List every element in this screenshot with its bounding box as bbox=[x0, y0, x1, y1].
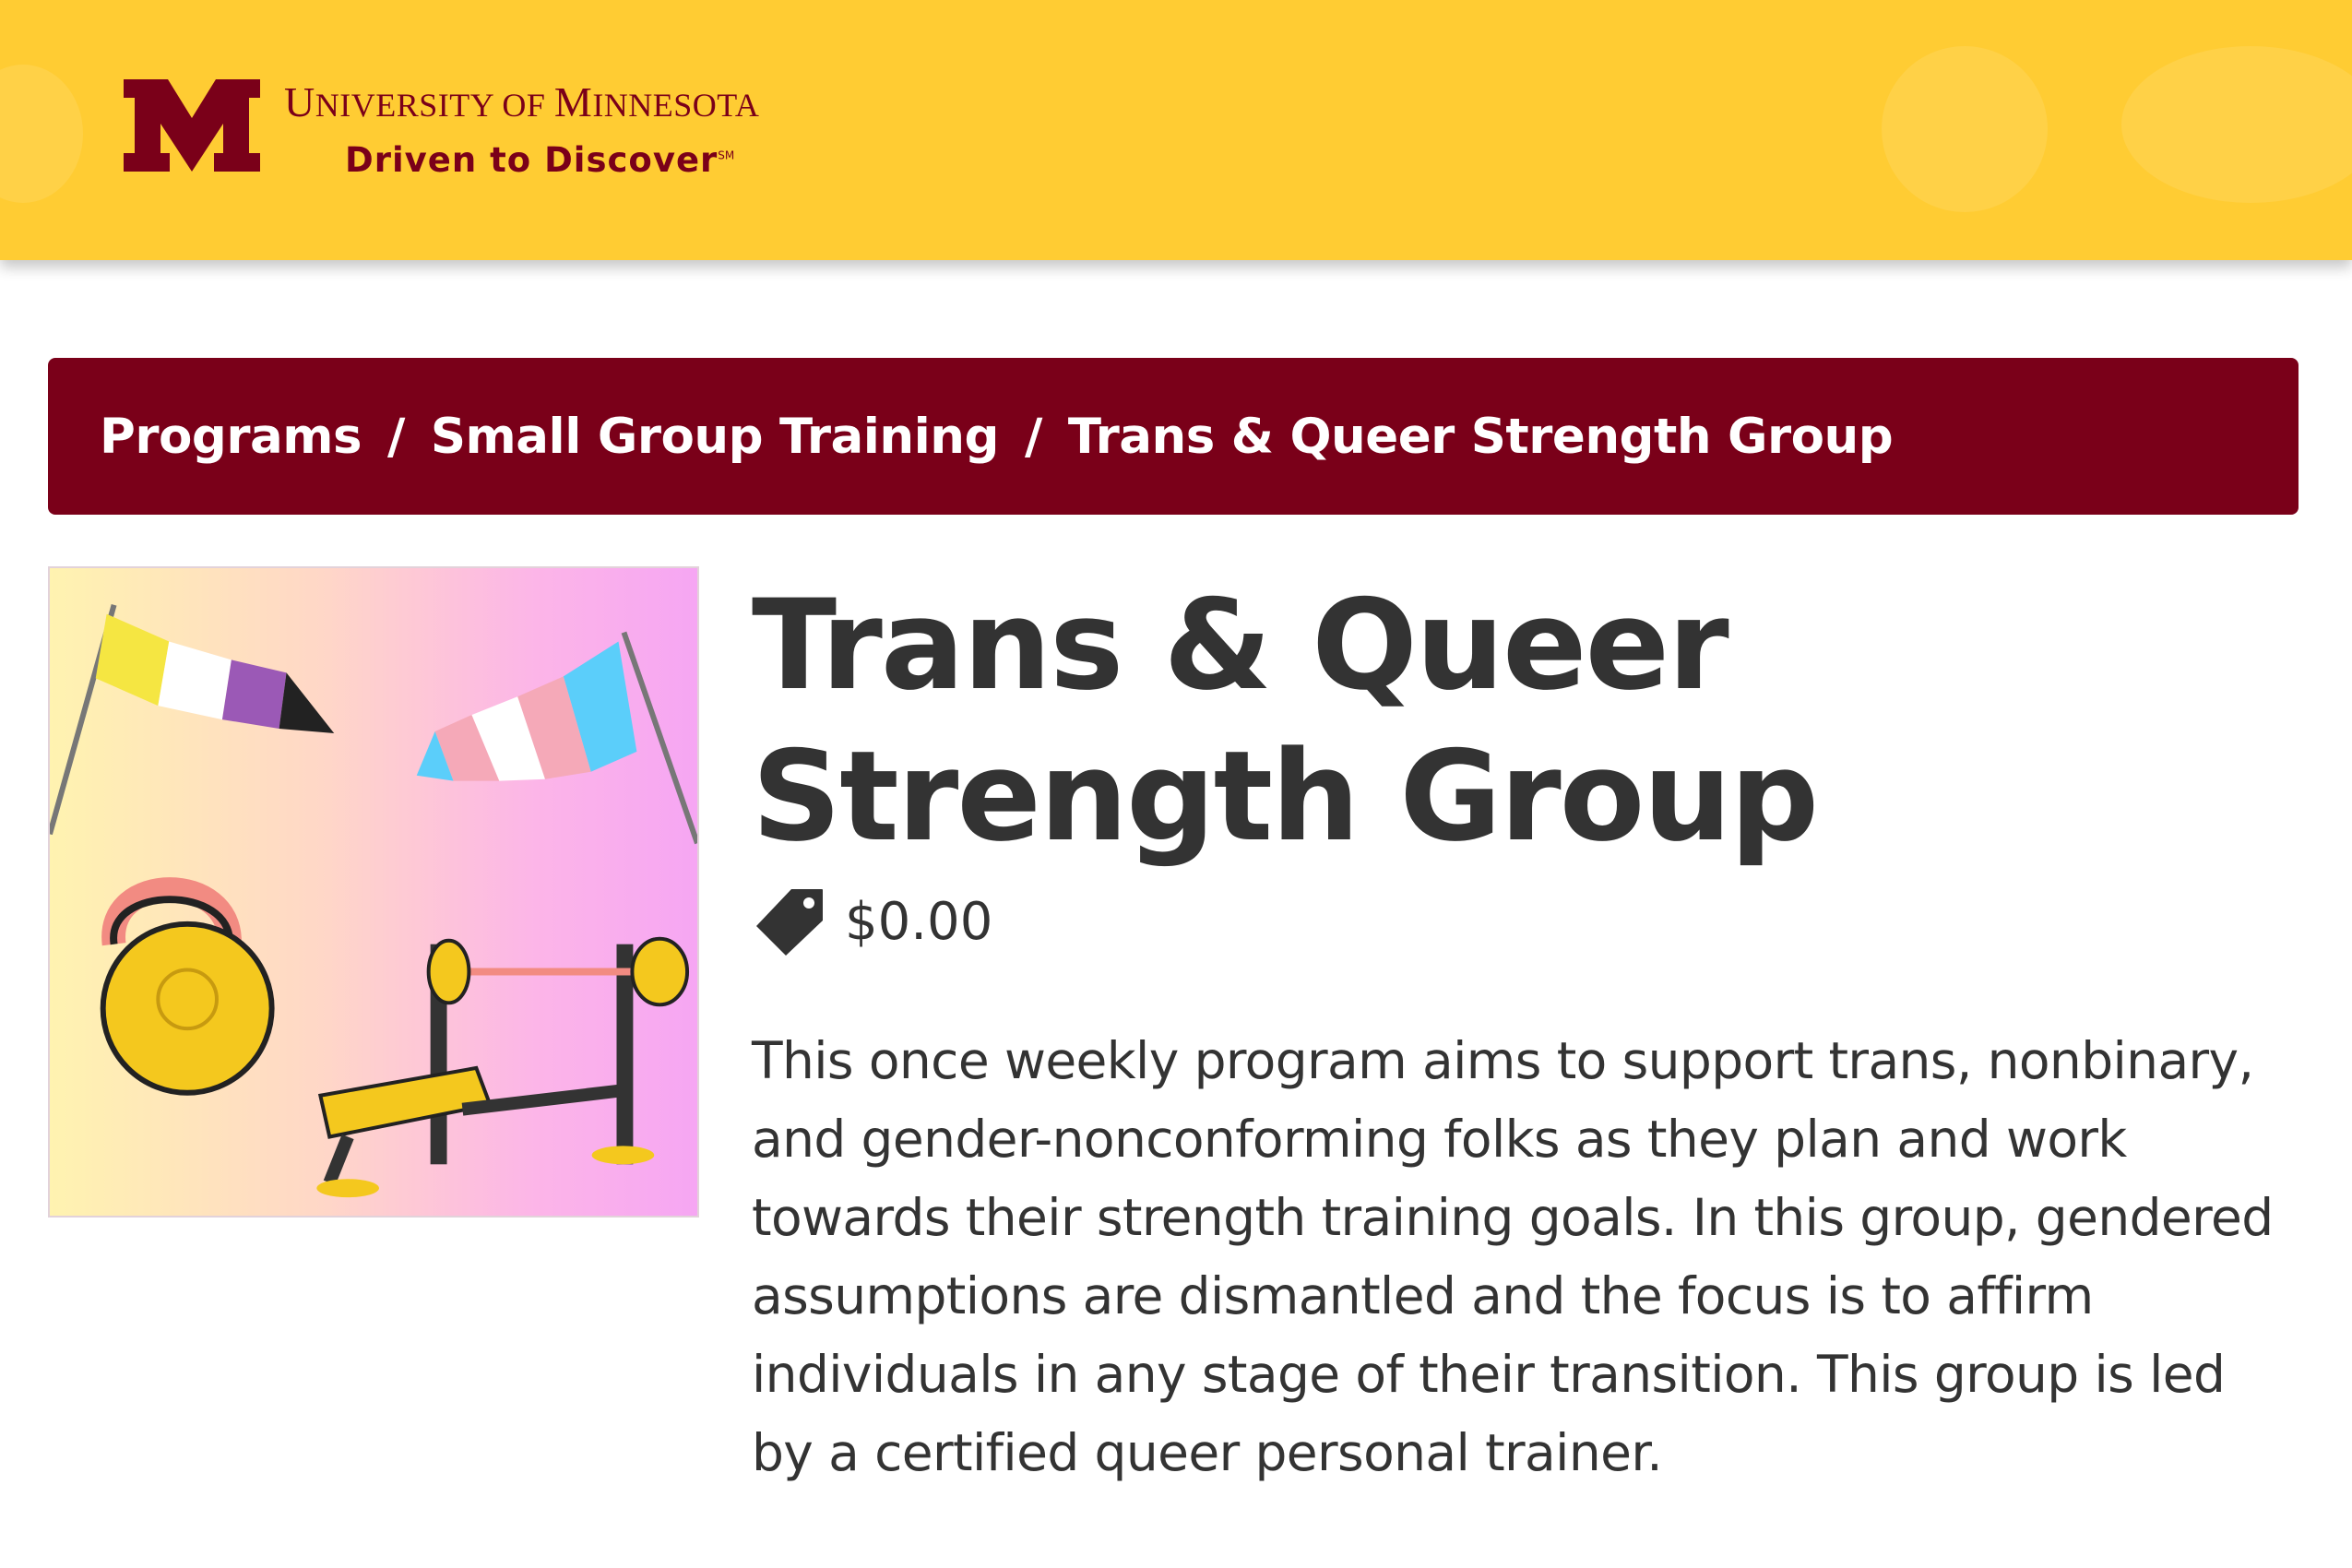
nonbinary-stripe-purple bbox=[221, 659, 287, 730]
program-description: This once weekly program aims to support… bbox=[752, 1031, 2274, 1482]
bench-foot-front bbox=[316, 1179, 379, 1198]
breadcrumb: Programs / Small Group Training / Trans … bbox=[48, 358, 2299, 515]
breadcrumb-current-page: Trans & Queer Strength Group bbox=[1067, 408, 1894, 465]
breadcrumb-programs-link[interactable]: Programs bbox=[100, 409, 362, 465]
breadcrumb-small-group-training-link[interactable]: Small Group Training bbox=[431, 409, 1000, 465]
flag-pole-right bbox=[621, 631, 697, 845]
program-price: $0.00 bbox=[845, 891, 993, 952]
nonbinary-stripe-yellow bbox=[95, 613, 170, 707]
program-illustration-icon bbox=[50, 603, 697, 1198]
breadcrumb-separator: / bbox=[387, 408, 405, 465]
program-title: Trans & Queer Strength Group bbox=[752, 573, 1819, 869]
university-tagline: Driven to DiscoverSM bbox=[345, 140, 735, 180]
block-m-logo-icon bbox=[124, 79, 260, 172]
breadcrumb-separator: / bbox=[1024, 408, 1042, 465]
price-tag-icon bbox=[756, 889, 823, 956]
nonbinary-stripe-white bbox=[158, 641, 232, 720]
site-header: UNIVERSITY OF MINNESOTA Driven to Discov… bbox=[0, 0, 2352, 260]
bench-seat bbox=[317, 1065, 493, 1139]
university-wordmark: UNIVERSITY OF MINNESOTA Driven to Discov… bbox=[284, 78, 760, 181]
kettlebell-body bbox=[100, 921, 275, 1096]
university-logo-link[interactable]: UNIVERSITY OF MINNESOTA Driven to Discov… bbox=[124, 79, 759, 180]
nonbinary-stripe-black bbox=[279, 672, 335, 733]
bench-foot-back bbox=[591, 1146, 655, 1165]
price-row: $0.00 bbox=[754, 885, 992, 957]
barbell-plate-left bbox=[426, 938, 471, 1005]
university-name: UNIVERSITY OF MINNESOTA bbox=[284, 78, 760, 125]
bench-rack-right bbox=[616, 944, 634, 1165]
bench-leg-front bbox=[323, 1134, 354, 1185]
barbell-plate-right bbox=[630, 936, 690, 1007]
program-illustration-image bbox=[48, 566, 699, 1218]
